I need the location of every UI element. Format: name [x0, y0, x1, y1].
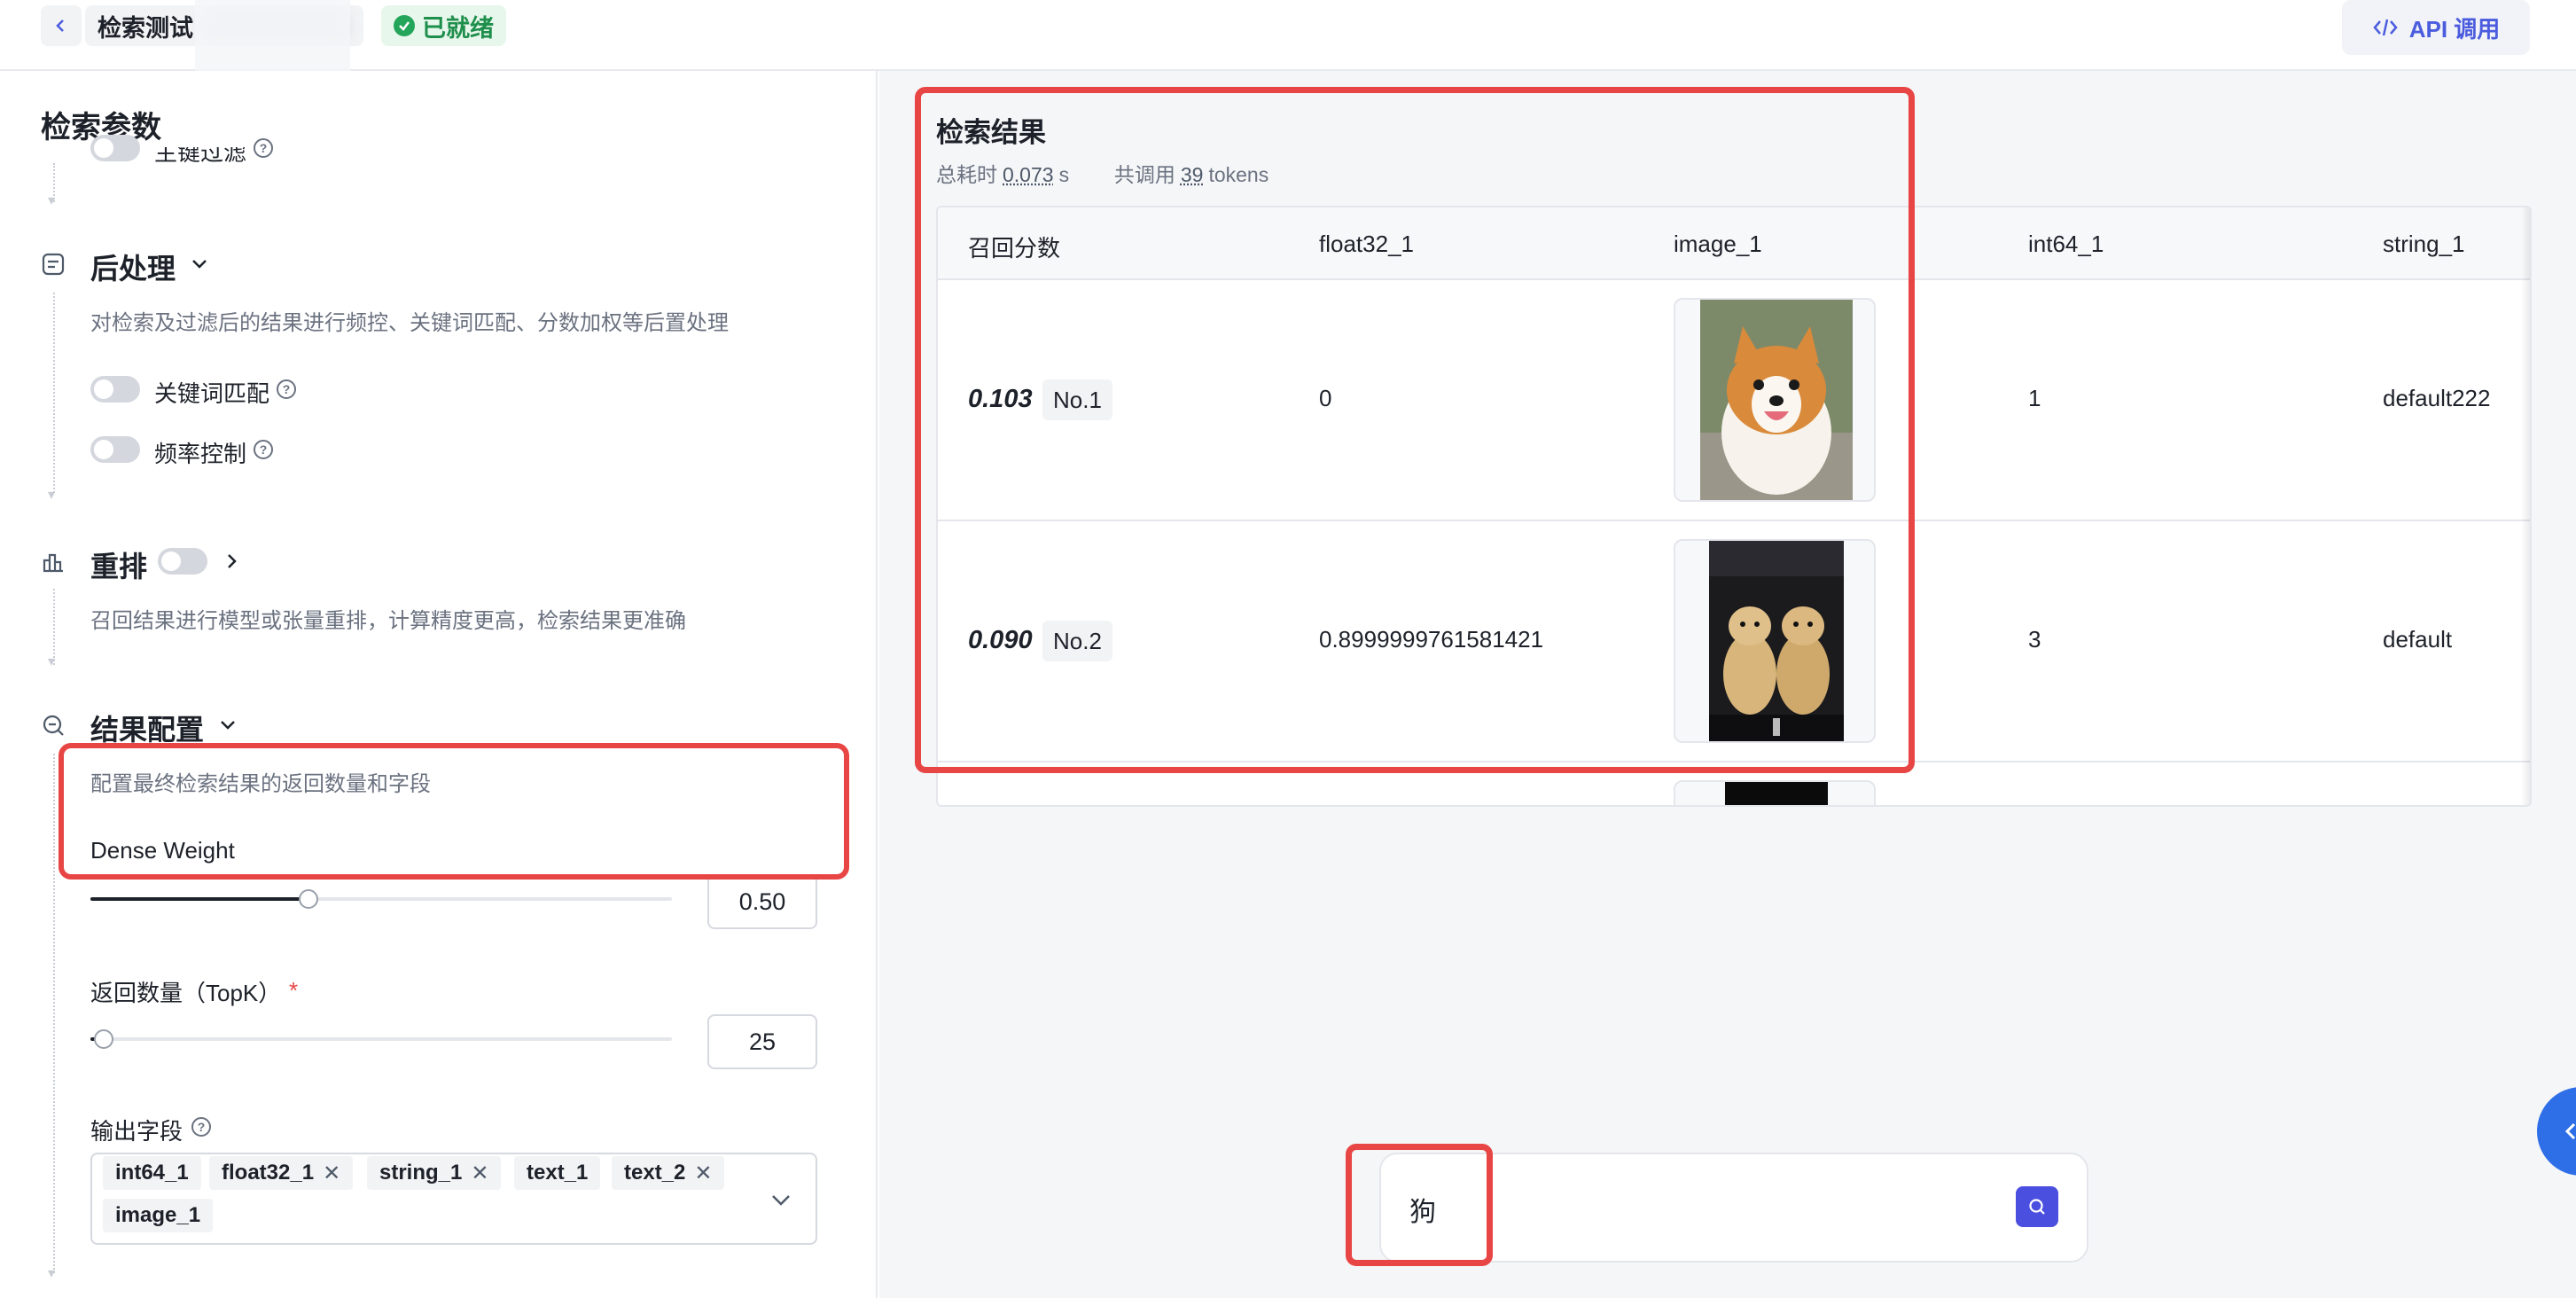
dense-weight-slider[interactable]: [90, 889, 672, 909]
chevron-down-icon[interactable]: [218, 715, 238, 734]
frequency-control-toggle[interactable]: [90, 436, 140, 463]
rerank-icon: [43, 553, 63, 573]
back-button[interactable]: [41, 5, 82, 46]
keyword-match-label: 关键词匹配: [154, 380, 270, 407]
field-tag-label: float32_1: [222, 1161, 315, 1185]
highlight-box: [915, 87, 1915, 773]
arrow-down-icon: ▾: [48, 193, 56, 208]
field-tag: string_1 ✕: [367, 1156, 502, 1190]
chevron-left-icon: [2564, 1122, 2576, 1140]
int64-cell: 3: [2028, 626, 2041, 653]
rerank-desc: 召回结果进行模型或张量重排，计算精度更高，检索结果更准确: [90, 609, 686, 633]
column-header: string_1: [2383, 231, 2465, 257]
field-tag: text_2 ✕: [612, 1156, 725, 1190]
rerank-toggle[interactable]: [158, 548, 207, 575]
code-icon: [2373, 19, 2398, 36]
arrow-down-icon: ▾: [48, 488, 56, 503]
arrow-down-icon: ▾: [48, 1266, 56, 1281]
frequency-control-label: 频率控制: [154, 441, 247, 467]
help-icon[interactable]: ?: [254, 440, 273, 459]
output-fields-label: 输出字段: [90, 1118, 183, 1145]
slider-thumb[interactable]: [299, 889, 318, 909]
search-icon: [2029, 1199, 2045, 1215]
help-icon[interactable]: ?: [277, 379, 296, 399]
chevron-left-icon: [56, 20, 64, 32]
topk-label: 返回数量（TopK）: [90, 980, 282, 1006]
string-cell: default: [2383, 626, 2453, 653]
scroll-shadow: [2521, 207, 2530, 805]
chevron-down-icon[interactable]: [190, 254, 209, 273]
string-cell: default222: [2383, 385, 2491, 411]
close-icon[interactable]: ✕: [694, 1161, 712, 1186]
field-tag-label: int64_1: [115, 1161, 189, 1185]
api-call-label: API 调用: [2408, 15, 2501, 43]
field-tag: image_1: [103, 1199, 214, 1232]
post-process-desc: 对检索及过滤后的结果进行频控、关键词匹配、分数加权等后置处理: [90, 311, 729, 335]
chevron-down-icon[interactable]: [769, 1188, 792, 1211]
field-tag: float32_1 ✕: [209, 1156, 354, 1190]
highlight-box: [1346, 1144, 1493, 1266]
check-circle-icon: [394, 15, 415, 36]
field-tag: int64_1: [103, 1156, 201, 1190]
arrow-down-icon: ▾: [48, 654, 56, 669]
timeline-divider: [53, 754, 55, 1273]
status-badge: 已就绪: [381, 5, 506, 46]
field-tag-label: text_2: [624, 1161, 686, 1185]
required-marker: *: [289, 977, 299, 1004]
topk-slider[interactable]: [90, 1029, 672, 1049]
keyword-match-toggle[interactable]: [90, 376, 140, 403]
result-image-thumbnail[interactable]: [1674, 780, 1876, 805]
help-icon[interactable]: ?: [254, 138, 273, 158]
help-icon[interactable]: ?: [191, 1117, 211, 1137]
api-call-button[interactable]: API 调用: [2342, 0, 2530, 55]
status-label: 已就绪: [422, 14, 494, 42]
scalar-filter-toggle[interactable]: [90, 135, 140, 161]
slider-fill: [90, 897, 308, 901]
field-tag-label: text_1: [527, 1161, 589, 1185]
field-tag-label: image_1: [115, 1203, 201, 1227]
magnifier-icon: [43, 715, 64, 736]
topk-input[interactable]: 25: [707, 1014, 817, 1069]
post-process-title[interactable]: 后处理: [90, 246, 176, 287]
close-icon[interactable]: ✕: [471, 1161, 488, 1186]
int64-cell: 1: [2028, 385, 2041, 411]
close-icon[interactable]: ✕: [323, 1161, 340, 1186]
post-process-icon: [42, 253, 65, 276]
column-header: int64_1: [2028, 231, 2104, 257]
highlight-box: [59, 743, 849, 880]
chevron-right-icon[interactable]: [222, 551, 241, 571]
field-tag: text_1: [514, 1156, 601, 1190]
slider-thumb[interactable]: [94, 1029, 113, 1049]
dense-weight-input[interactable]: 0.50: [707, 874, 817, 929]
timeline-divider: [53, 293, 55, 493]
search-button[interactable]: [2016, 1186, 2058, 1227]
page-title-text: 检索测试: [98, 14, 193, 42]
rerank-title: 重排: [90, 551, 148, 583]
field-tag-label: string_1: [379, 1161, 463, 1185]
top-bar: 检索测试 已就绪 API 调用: [0, 0, 2576, 98]
